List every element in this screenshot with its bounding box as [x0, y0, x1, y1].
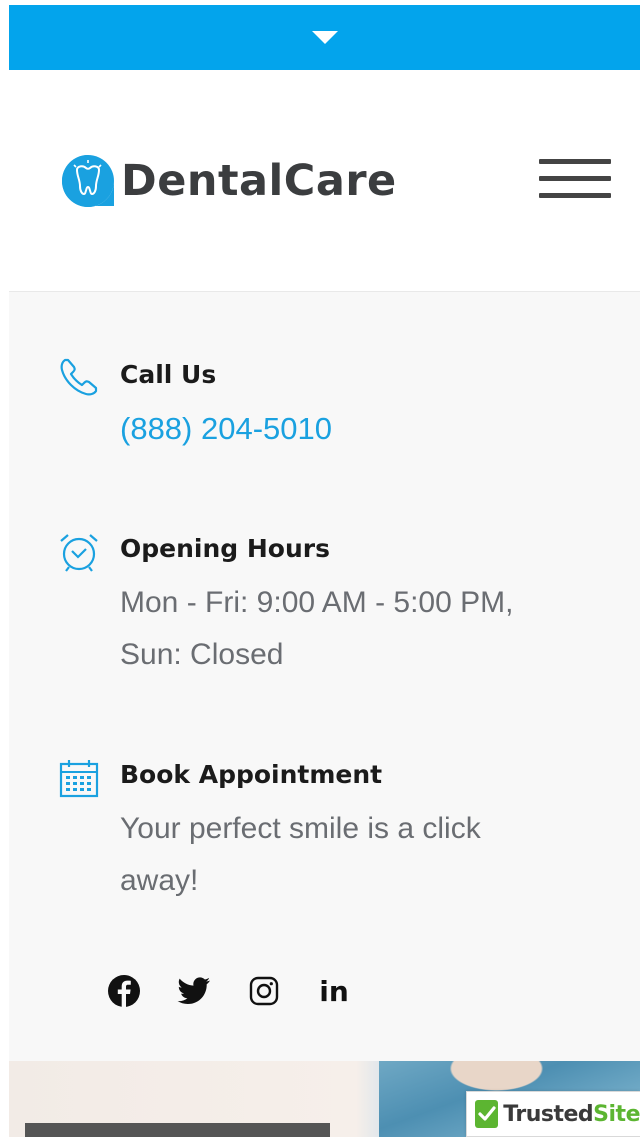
facebook-icon[interactable]: [107, 974, 141, 1008]
site-header: DentalCare: [9, 70, 640, 291]
social-links: in: [107, 971, 387, 1011]
opening-hours-title: Opening Hours: [120, 534, 330, 563]
badge-text-site: Site: [593, 1101, 640, 1127]
alarm-clock-icon: [60, 534, 98, 572]
instagram-icon[interactable]: [247, 974, 281, 1008]
opening-hours-text: Mon - Fri: 9:00 AM - 5:00 PM, Sun: Close…: [120, 586, 514, 671]
book-appointment-title[interactable]: Book Appointment: [120, 760, 382, 789]
hero-cta-button[interactable]: [25, 1123, 330, 1137]
book-appointment-text: Your perfect smile is a click away!: [120, 812, 481, 897]
checkmark-icon: [475, 1100, 499, 1128]
logo-text: DentalCare: [121, 156, 397, 206]
badge-text-trusted: Trusted: [503, 1101, 594, 1127]
caret-down-icon[interactable]: [311, 30, 338, 44]
calendar-icon: [59, 760, 99, 798]
contact-info-panel: Call Us (888) 204-5010 Opening Hours Mon…: [9, 291, 640, 1061]
trusted-site-badge[interactable]: Trusted Site: [466, 1091, 640, 1137]
call-us-title: Call Us: [120, 360, 217, 389]
logo[interactable]: DentalCare: [61, 153, 397, 209]
linkedin-icon[interactable]: in: [317, 974, 351, 1008]
top-bar-toggle[interactable]: [9, 5, 640, 70]
phone-icon: [60, 358, 98, 396]
tooth-icon: [62, 155, 114, 207]
hamburger-menu-icon[interactable]: [539, 156, 611, 202]
page: DentalCare Call Us (888) 204-5010 Openin…: [0, 0, 640, 1137]
phone-number-link[interactable]: (888) 204-5010: [120, 411, 332, 447]
twitter-icon[interactable]: [177, 974, 211, 1008]
